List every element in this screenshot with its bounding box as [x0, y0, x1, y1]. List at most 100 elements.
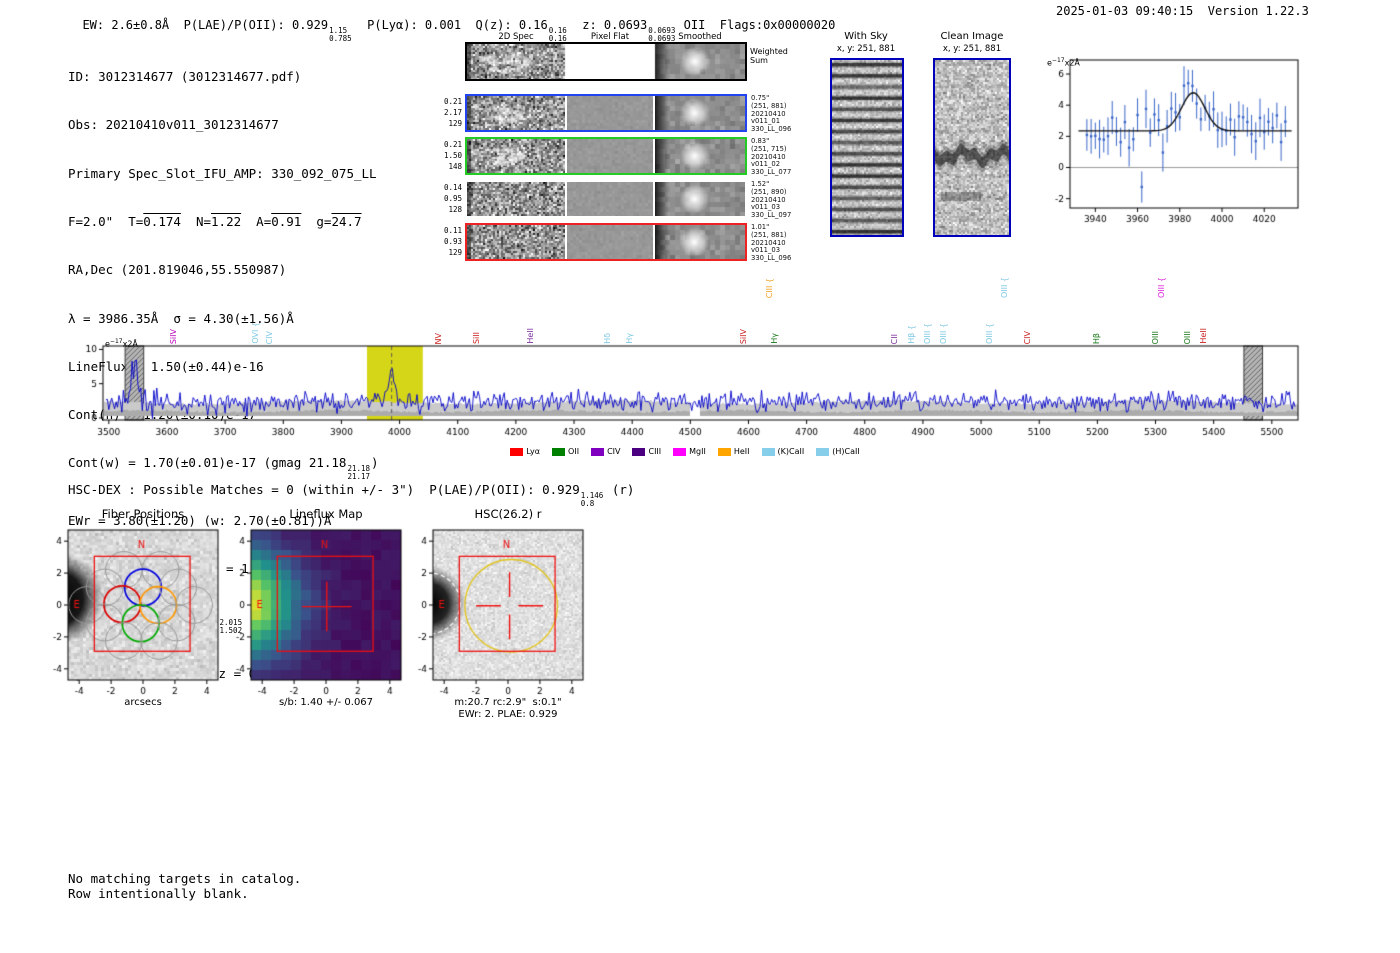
text: Cont(w) = 1.70(±0.01)e-17 (gmag 21.18 — [68, 455, 347, 471]
text: g= — [301, 214, 332, 230]
text: Sum — [750, 56, 768, 65]
weighted-sum-label: Weighted Sum — [750, 47, 788, 65]
legend-swatch — [761, 447, 775, 456]
with-sky-coords: x, y: 251, 881 — [836, 44, 896, 54]
g-value: 24.7 — [331, 214, 362, 230]
column-header-pixelflat: Pixel Flat — [590, 32, 630, 42]
clean-image-canvas — [935, 60, 1009, 235]
lineflux-map-title: Lineflux Map — [289, 507, 363, 521]
emission-line-label: CIII { — [765, 277, 775, 298]
info-obs: Obs: 20210410v011_3012314677 — [68, 117, 279, 133]
lineflux-caption: s/b: 1.40 +/- 0.067 — [278, 697, 374, 708]
fiber-row3-2dspec-canvas — [467, 182, 565, 216]
fiber-row-strips — [465, 94, 747, 132]
exponent: −17 — [109, 338, 123, 345]
text: Weighted — [750, 47, 788, 56]
weight-value: 0.21 — [443, 97, 462, 106]
pixel-value: 148 — [448, 162, 462, 171]
fiber-row-strips — [465, 137, 747, 175]
legend-label: HeII — [733, 447, 750, 456]
fiber-row-values: 0.11 0.93 129 — [436, 225, 462, 258]
hsc-caption-1: m:20.7 rc:2.9" s:0.1" — [454, 697, 562, 708]
info-primary-spec: Primary Spec_Slot_IFU_AMP: 330_092_075_L… — [68, 165, 377, 181]
legend-label: CIV — [607, 447, 621, 456]
ifu-amp: 330_LL_077 — [751, 168, 792, 177]
flux-value: 0.95 — [443, 194, 462, 203]
text: F=2.0" T= — [68, 214, 144, 230]
fiber-row3-smoothed-canvas — [655, 182, 745, 216]
flux-value: 0.93 — [443, 237, 462, 246]
text: (r) — [604, 482, 635, 497]
legend-swatch — [717, 447, 731, 456]
pixel-value: 129 — [448, 119, 462, 128]
fiber-xlabel: arcsecs — [124, 697, 162, 708]
info-id: ID: 3012314677 (3012314677.pdf) — [68, 69, 302, 85]
text: HSC-DEX : Possible Matches = 0 (within +… — [68, 482, 580, 497]
legend-swatch — [816, 447, 830, 456]
exponent: −17 — [1051, 57, 1065, 64]
lo-value: 0.16 — [548, 33, 567, 43]
ifu-amp: 330_LL_096 — [751, 125, 792, 134]
legend-label: OII — [568, 447, 580, 456]
fiber-row-annotation: 0.83" (251, 715) 20210410 v011_02 330_LL_077 — [751, 137, 805, 177]
zoom-ylabel: e−17x2Å — [1047, 57, 1080, 68]
zoom-spectrum-plot — [1038, 52, 1306, 232]
column-header-smoothed: Smoothed — [678, 32, 722, 42]
fiber-row2-smoothed-canvas — [655, 139, 745, 173]
fiber-row-values: 0.21 1.50 148 — [436, 139, 462, 172]
text: x2Å — [1064, 58, 1080, 68]
plae-r-uncertainty: 1.146 0.8 — [580, 492, 605, 507]
legend-label: (H)CaII — [832, 447, 860, 456]
fiber-row-annotation: 1.01" (251, 881) 20210410 v011_03 330_LL_096 — [751, 223, 805, 263]
text: x2Å — [122, 339, 138, 349]
weighted-sum-canvas — [467, 44, 745, 79]
full-spectrum-plot — [60, 340, 1310, 446]
legend-item: CIII — [632, 447, 661, 456]
weight-value: 0.11 — [443, 226, 462, 235]
fiber-row-strips — [465, 223, 747, 261]
column-header-2dspec: 2D Spec — [498, 32, 534, 42]
legend-swatch — [673, 447, 687, 456]
legend-swatch — [632, 447, 646, 456]
a-value: 0.91 — [271, 214, 302, 230]
header-flags: OII Flags:0x00000020 — [676, 18, 836, 32]
fiber-row-annotation: 1.52" (251, 890) 20210410 v011_03 330_LL_097 — [751, 180, 805, 220]
flux-value: 2.17 — [443, 108, 462, 117]
spectrum-legend: Lyα OII CIV CIII MgII HeII (K)CaII (H)CaII — [60, 447, 1310, 456]
with-sky-title: With Sky — [844, 31, 888, 42]
hsc-cutout-title: HSC(26.2) r — [474, 507, 542, 521]
fiber-row4-2dspec-canvas — [467, 225, 565, 259]
info-cont-w: Cont(w) = 1.70(±0.01)e-17 (gmag 21.18 21.… — [68, 455, 379, 480]
footer-note-2: Row intentionally blank. — [68, 886, 249, 901]
legend-label: CIII — [648, 447, 662, 456]
footer-note-1: No matching targets in catalog. — [68, 871, 302, 886]
clean-image-panel — [933, 58, 1011, 237]
legend-swatch — [510, 447, 524, 456]
text: ) — [371, 455, 379, 471]
fiber-row-strips — [465, 180, 747, 218]
with-sky-canvas — [832, 60, 902, 235]
with-sky-panel — [830, 58, 904, 237]
legend-item: OII — [552, 447, 579, 456]
fiber-row-values: 0.14 0.95 128 — [436, 182, 462, 215]
fiber-row-values: 0.21 2.17 129 — [436, 96, 462, 129]
weighted-sum-row — [465, 42, 747, 81]
legend-item: CIV — [591, 447, 620, 456]
timestamp-version: 2025-01-03 09:40:15 Version 1.22.3 — [1056, 4, 1309, 18]
fiber-row2-2dspec-canvas — [467, 139, 565, 173]
fiber-row4-smoothed-canvas — [655, 225, 745, 259]
header-plya-qz: P(Lyα): 0.001 Q(z): 0.16 — [352, 18, 548, 32]
fiber-row2-pixelflat-canvas — [567, 139, 653, 173]
throughput-value: 0.174 — [143, 214, 181, 230]
n-value: 1.22 — [211, 214, 242, 230]
emission-line-labels-layer: SiIV OVI {CIV NV SiII HeII Hδ Hγ SiIV CIII {Hγ CI… — [60, 264, 1310, 344]
ifu-amp: 330_LL_096 — [751, 254, 792, 263]
fiber-row-annotation: 0.75" (251, 881) 20210410 v011_01 330_LL_096 — [751, 94, 805, 134]
fiber-row3-pixelflat-canvas — [567, 182, 653, 216]
lineflux-map-canvas — [225, 524, 410, 714]
weight-value: 0.21 — [443, 140, 462, 149]
pixel-value: 128 — [448, 205, 462, 214]
clean-image-coords: x, y: 251, 881 — [942, 44, 1002, 54]
qz-uncertainty: 0.16 0.16 — [548, 27, 568, 42]
hsc-match-line: HSC-DEX : Possible Matches = 0 (within +… — [68, 482, 634, 507]
